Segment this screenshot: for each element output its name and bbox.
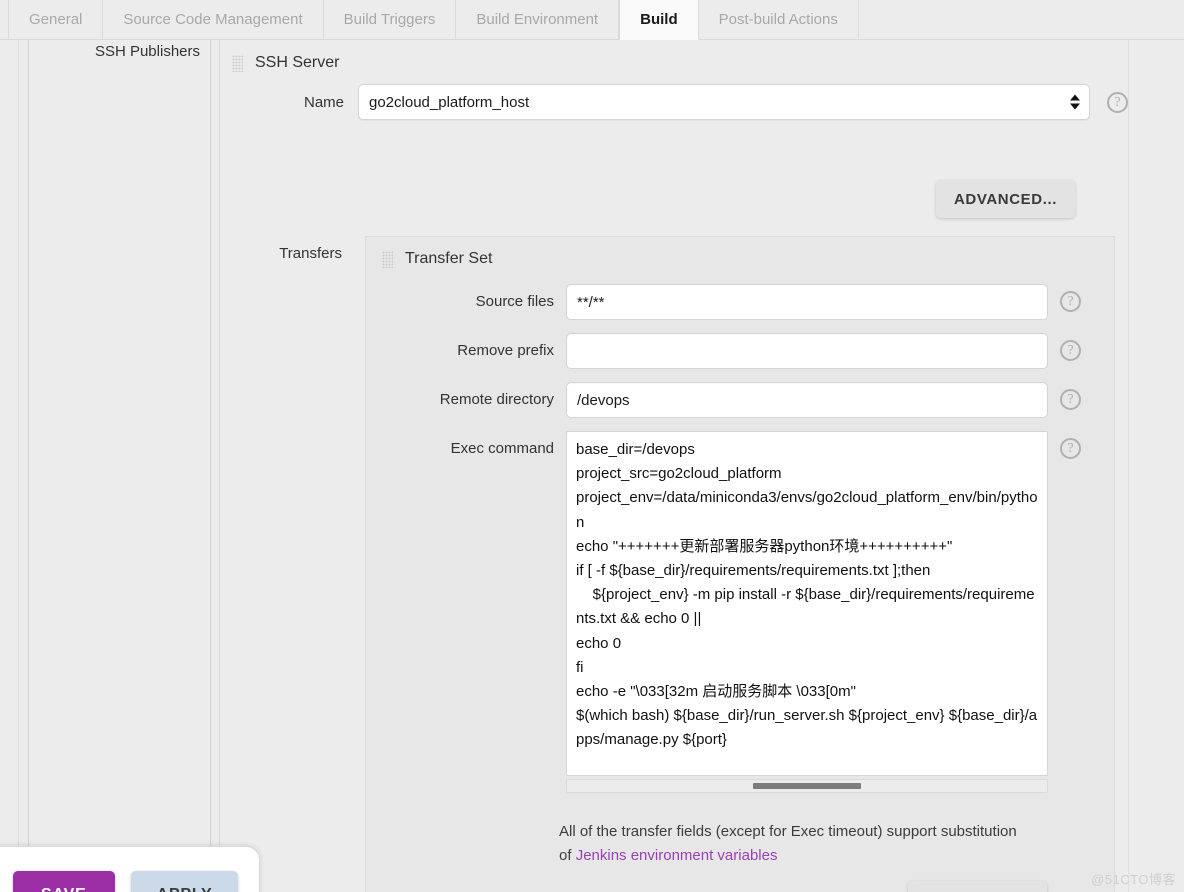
remove-prefix-label: Remove prefix [370, 333, 566, 369]
exec-command-row: Exec command base_dir=/devops project_sr… [366, 431, 1114, 793]
remote-directory-input[interactable]: /devops [566, 382, 1048, 418]
drag-handle-icon[interactable] [232, 55, 243, 72]
config-tab-bar: General Source Code Management Build Tri… [0, 0, 1184, 40]
transfers-label: Transfers [228, 245, 356, 262]
remote-directory-label: Remote directory [370, 382, 566, 418]
remote-directory-row: Remote directory /devops ? [366, 382, 1114, 418]
tab-source-code-management[interactable]: Source Code Management [103, 0, 323, 39]
source-files-input[interactable]: **/** [566, 284, 1048, 320]
source-files-value: **/** [577, 294, 605, 311]
horizontal-scrollbar[interactable] [566, 779, 1048, 793]
layout-divider [210, 40, 211, 892]
tab-label: Source Code Management [123, 11, 302, 28]
transfer-set-panel: Transfer Set Source files **/** ? Remove… [365, 236, 1115, 892]
exec-command-wrapper: base_dir=/devops project_src=go2cloud_pl… [566, 431, 1048, 793]
drag-handle-icon[interactable] [382, 251, 393, 268]
tab-label: Build Environment [476, 11, 598, 28]
source-files-row: Source files **/** ? [366, 284, 1114, 320]
tab-build-triggers[interactable]: Build Triggers [324, 0, 457, 39]
layout-divider [18, 40, 19, 892]
remote-directory-value: /devops [577, 392, 630, 409]
exec-command-textarea[interactable]: base_dir=/devops project_src=go2cloud_pl… [566, 431, 1048, 776]
help-circle-icon[interactable]: ? [1060, 438, 1081, 459]
remove-prefix-input[interactable] [566, 333, 1048, 369]
jenkins-environment-variables-link[interactable]: Jenkins environment variables [576, 847, 778, 864]
tab-build-environment[interactable]: Build Environment [456, 0, 619, 39]
tab-label: Build [640, 11, 678, 28]
name-label: Name [228, 94, 358, 111]
scrollbar-thumb[interactable] [753, 783, 861, 789]
ssh-server-name-select[interactable]: go2cloud_platform_host [358, 84, 1090, 120]
exec-command-label: Exec command [370, 431, 566, 467]
config-body: SSH Publishers SSH Server Name go2cloud_… [0, 40, 1184, 892]
transfer-set-header: Transfer Set [366, 237, 1114, 271]
tab-label: Build Triggers [344, 11, 436, 28]
remove-prefix-row: Remove prefix ? [366, 333, 1114, 369]
transfer-advanced-button[interactable]: ADVANCED... [908, 881, 1047, 892]
tab-post-build-actions[interactable]: Post-build Actions [699, 0, 859, 39]
tab-label: General [29, 11, 82, 28]
help-circle-icon[interactable]: ? [1060, 340, 1081, 361]
ssh-server-header: SSH Server [228, 48, 1128, 78]
help-circle-icon[interactable]: ? [1107, 92, 1128, 113]
help-circle-icon[interactable]: ? [1060, 389, 1081, 410]
tab-label: Post-build Actions [719, 11, 838, 28]
ssh-server-advanced-button[interactable]: ADVANCED... [936, 180, 1075, 218]
select-spinner-icon[interactable] [1070, 95, 1080, 110]
save-button[interactable]: SAVE [13, 871, 115, 892]
jenkins-build-config-page: General Source Code Management Build Tri… [0, 0, 1184, 892]
ssh-server-name-value: go2cloud_platform_host [369, 94, 529, 111]
substitution-note: All of the transfer fields (except for E… [559, 820, 1029, 868]
help-circle-icon[interactable]: ? [1060, 291, 1081, 312]
apply-button[interactable]: APPLY [131, 871, 239, 892]
source-files-label: Source files [370, 284, 566, 320]
layout-divider [1128, 40, 1129, 892]
tab-build[interactable]: Build [619, 0, 699, 40]
transfer-advanced-row: ADVANCED... [908, 881, 1047, 892]
ssh-server-title: SSH Server [255, 54, 339, 72]
layout-divider [28, 40, 29, 892]
layout-divider [219, 40, 220, 892]
ssh-server-section: SSH Server Name go2cloud_platform_host ? [228, 48, 1128, 120]
transfer-set-title: Transfer Set [405, 250, 492, 268]
ssh-server-name-row: Name go2cloud_platform_host ? [228, 84, 1128, 120]
tab-general[interactable]: General [8, 0, 103, 39]
ssh-server-advanced-row: ADVANCED... [228, 180, 1128, 218]
floating-action-bar: SAVE APPLY [0, 846, 260, 892]
watermark: @51CTO博客 [1091, 869, 1176, 888]
sidebar-item-ssh-publishers: SSH Publishers [30, 43, 208, 60]
